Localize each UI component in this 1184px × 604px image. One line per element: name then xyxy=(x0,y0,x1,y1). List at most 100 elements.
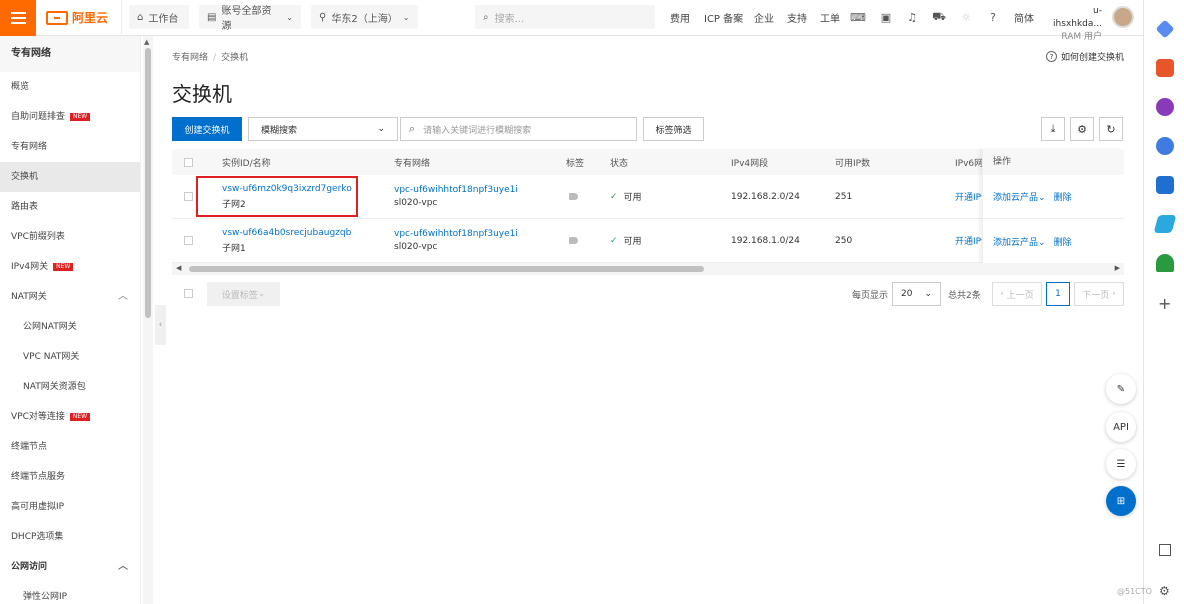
vswitch-id-link[interactable]: vsw-uf66a4b0srecjubaugzqb xyxy=(222,228,351,238)
col-available-ip: 可用IP数 xyxy=(835,158,871,169)
edit-feedback-icon[interactable]: ✎ xyxy=(1106,374,1136,404)
sidebar-item-endpoint[interactable]: 终端节点 xyxy=(0,432,140,462)
sidebar-scrollbar[interactable]: ▲ xyxy=(143,36,153,604)
next-page-button[interactable]: 下一页 › xyxy=(1074,282,1124,306)
sidebar-item-ipv4-gateway[interactable]: IPv4网关 NEW xyxy=(0,252,140,282)
tree-icon[interactable] xyxy=(1156,254,1174,272)
prev-page-button[interactable]: ‹ 上一页 xyxy=(992,282,1042,306)
scroll-up-icon[interactable]: ▲ xyxy=(144,38,149,46)
sidebar-item-vpc-nat[interactable]: VPC NAT网关 xyxy=(0,342,140,372)
nav-link-ticket[interactable]: 工单 xyxy=(820,10,840,25)
per-page-label: 每页显示 xyxy=(852,291,889,301)
lightbulb-icon[interactable]: ☼ xyxy=(958,9,974,25)
region-dropdown[interactable]: ⚲ 华东2（上海） ⌄ xyxy=(311,5,418,29)
breadcrumb-root[interactable]: 专有网络 xyxy=(172,53,208,63)
search-mode-select[interactable]: 模糊搜索 ⌄ xyxy=(248,117,398,141)
status-text: 可用 xyxy=(623,237,642,247)
menu-icon[interactable] xyxy=(0,0,36,36)
avatar[interactable] xyxy=(1112,6,1134,28)
sidebar-item-endpoint-service[interactable]: 终端节点服务 xyxy=(0,462,140,492)
add-product-dropdown[interactable]: 添加云产品⌄ xyxy=(993,190,1046,203)
row-checkbox[interactable] xyxy=(184,192,193,201)
sidebar-item-troubleshoot[interactable]: 自助问题排查 NEW xyxy=(0,102,140,132)
list-icon: ▤ xyxy=(207,11,217,23)
sidebar-item-route-table[interactable]: 路由表 xyxy=(0,192,140,222)
gear-icon[interactable]: ⚙ xyxy=(1159,584,1170,598)
tag-icon[interactable] xyxy=(569,237,578,244)
language-switch[interactable]: 简体 xyxy=(1014,10,1034,25)
delete-link[interactable]: 删除 xyxy=(1054,190,1072,203)
tag-icon[interactable] xyxy=(569,193,578,200)
footer-select-all-checkbox[interactable] xyxy=(184,289,193,298)
user-app-icon[interactable] xyxy=(1156,98,1174,116)
scroll-right-icon[interactable]: ▶ xyxy=(1115,264,1120,272)
sidebar: 专有网络 概览 自助问题排查 NEW 专有网络 交换机 路由表 VPC前缀列表 I… xyxy=(0,36,141,604)
sidebar-item-nat-package[interactable]: NAT网关资源包 xyxy=(0,372,140,402)
toolbox-icon[interactable] xyxy=(1156,59,1174,77)
scroll-left-icon[interactable]: ◀ xyxy=(176,264,181,272)
nav-link-support[interactable]: 支持 xyxy=(787,10,807,25)
page-size-select[interactable]: 20 ⌄ xyxy=(892,282,941,306)
account-resources-dropdown[interactable]: ▤ 账号全部资源 ⌄ xyxy=(199,5,301,32)
ipv4-cidr: 192.168.2.0/24 xyxy=(731,191,800,202)
check-icon: ✓ xyxy=(610,235,618,246)
keyword-search-input[interactable]: ⌕ 请输入关键词进行模糊搜索 xyxy=(400,117,637,141)
panel-icon[interactable] xyxy=(1159,544,1171,556)
sidebar-item-vpc-peering[interactable]: VPC对等连接 NEW xyxy=(0,402,140,432)
row-checkbox[interactable] xyxy=(184,236,193,245)
tag-app-icon[interactable] xyxy=(1155,19,1175,39)
page-number[interactable]: 1 xyxy=(1046,282,1070,306)
add-product-dropdown[interactable]: 添加云产品⌄ xyxy=(993,235,1046,248)
api-button[interactable]: API xyxy=(1106,412,1136,442)
send-icon[interactable] xyxy=(1153,215,1177,233)
sidebar-item-vpc[interactable]: 专有网络 xyxy=(0,132,140,162)
sidebar-item-prefix-list[interactable]: VPC前缀列表 xyxy=(0,222,140,252)
logo[interactable]: 阿里云 xyxy=(46,9,108,26)
highlight-box xyxy=(196,176,358,217)
scrollbar-thumb[interactable] xyxy=(145,48,151,318)
nav-link-icp[interactable]: ICP 备案 xyxy=(704,10,743,25)
sidebar-item-public-nat[interactable]: 公网NAT网关 xyxy=(0,312,140,342)
sidebar-item-vswitch[interactable]: 交换机 xyxy=(0,162,140,192)
chat-icon[interactable]: ☰ xyxy=(1106,449,1136,479)
sidebar-group-public-access[interactable]: 公网访问 ︿ xyxy=(0,552,140,582)
help-link[interactable]: ? 如何创建交换机 xyxy=(1045,50,1124,63)
cloud-shell-icon[interactable]: ⌨ xyxy=(850,9,866,25)
vpc-id-link[interactable]: vpc-uf6wihhtof18npf3uye1i xyxy=(394,229,518,239)
sidebar-item-nat-gateway[interactable]: NAT网关 ︿ xyxy=(0,282,140,312)
image-icon[interactable]: ▣ xyxy=(878,9,894,25)
select-all-checkbox[interactable] xyxy=(184,157,193,167)
vpc-id-link[interactable]: vpc-uf6wihhtof18npf3uye1i xyxy=(394,185,518,195)
ipv4-cidr: 192.168.1.0/24 xyxy=(731,235,800,246)
sidebar-item-eip[interactable]: 弹性公网IP xyxy=(0,582,140,604)
download-icon[interactable]: ⤓ xyxy=(1041,117,1065,141)
chevron-left-icon: ‹ xyxy=(1000,289,1004,299)
cart-icon[interactable]: ⛟ xyxy=(931,9,947,25)
workbench-button[interactable]: ⌂ 工作台 xyxy=(129,5,189,29)
user-name: u-ihsxhkda... xyxy=(1053,6,1102,29)
gear-icon[interactable]: ⚙ xyxy=(1070,117,1094,141)
set-tags-button[interactable]: 设置标签 ⌄ xyxy=(207,282,280,306)
chevron-down-icon: ⌄ xyxy=(377,124,385,134)
horizontal-scrollbar[interactable]: ◀ ▶ xyxy=(172,263,1124,275)
help-icon[interactable]: ? xyxy=(985,9,1001,25)
tag-filter-button[interactable]: 标签筛选 xyxy=(643,117,704,141)
global-search-input[interactable]: ⌕ 搜索... xyxy=(475,5,655,29)
sidebar-item-dhcp[interactable]: DHCP选项集 xyxy=(0,522,140,552)
add-icon[interactable]: + xyxy=(1158,294,1171,313)
sidebar-item-overview[interactable]: 概览 xyxy=(0,72,140,102)
sidebar-item-havip[interactable]: 高可用虚拟IP xyxy=(0,492,140,522)
nav-link-enterprise[interactable]: 企业 xyxy=(754,10,774,25)
outlook-icon[interactable] xyxy=(1156,176,1174,194)
apps-icon[interactable]: ⊞ xyxy=(1106,486,1136,516)
create-vswitch-button[interactable]: 创建交换机 xyxy=(172,117,242,141)
bell-icon[interactable]: ♫ xyxy=(904,9,920,25)
scrollbar-thumb[interactable] xyxy=(189,266,704,272)
nav-link-billing[interactable]: 费用 xyxy=(670,10,690,25)
copilot-icon[interactable] xyxy=(1156,137,1174,155)
actions-column: 操作 添加云产品⌄ 删除 添加云产品⌄ 删除 xyxy=(982,149,1124,263)
collapse-sidebar-icon[interactable]: ‹ xyxy=(155,305,166,345)
delete-link[interactable]: 删除 xyxy=(1054,235,1072,248)
refresh-icon[interactable]: ↻ xyxy=(1099,117,1123,141)
available-ip-count: 251 xyxy=(835,191,853,202)
